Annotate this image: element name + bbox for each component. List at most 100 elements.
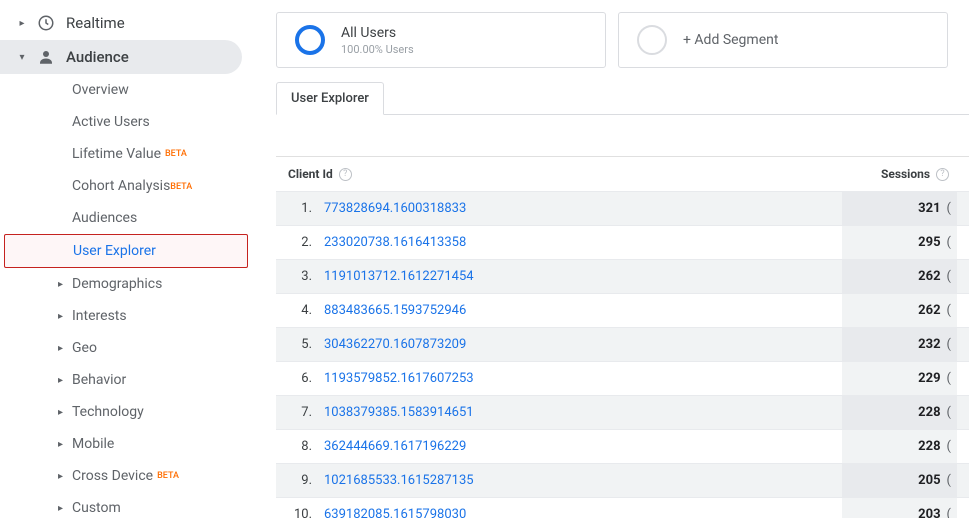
sessions-paren: ( bbox=[947, 337, 951, 352]
help-icon[interactable]: ? bbox=[936, 168, 949, 181]
nav-label: Realtime bbox=[66, 14, 125, 32]
sidebar: ▸ Realtime ▾ Audience Overview Active Use… bbox=[0, 0, 252, 518]
client-id-link[interactable]: 362444669.1617196229 bbox=[324, 439, 842, 454]
client-id-link[interactable]: 1193579852.1617607253 bbox=[324, 371, 842, 386]
segment-add[interactable]: + Add Segment bbox=[618, 12, 948, 68]
help-icon[interactable]: ? bbox=[339, 168, 352, 181]
sessions-cell: 228 ( bbox=[842, 396, 957, 429]
table-row: 3. 1191013712.1612271454262( bbox=[276, 259, 969, 293]
sidebar-item-label: Interests bbox=[72, 308, 127, 324]
chevron-right-icon: ▸ bbox=[58, 311, 68, 322]
table-row: 6.1193579852.1617607253229( bbox=[276, 361, 969, 395]
table-row: 4.883483665.1593752946262( bbox=[276, 293, 969, 327]
client-id-link[interactable]: 773828694.1600318833 bbox=[324, 201, 842, 216]
row-number: 9. bbox=[288, 473, 312, 488]
sidebar-item-mobile[interactable]: ▸Mobile bbox=[0, 428, 252, 460]
sidebar-item-label: Custom bbox=[72, 500, 121, 516]
chevron-right-icon: ▸ bbox=[58, 375, 68, 386]
sessions-value: 229 bbox=[918, 371, 940, 386]
chevron-right-icon: ▸ bbox=[58, 279, 68, 290]
table-row: 7. 1038379385.1583914651 228 ( bbox=[276, 395, 969, 429]
sidebar-item-active-users[interactable]: Active Users bbox=[0, 106, 252, 138]
sidebar-item-overview[interactable]: Overview bbox=[0, 74, 252, 106]
sidebar-item-audiences[interactable]: Audiences bbox=[0, 202, 252, 234]
sidebar-item-label: Cross Device bbox=[72, 468, 153, 484]
sidebar-item-cross-device[interactable]: ▸ Cross Device BETA bbox=[0, 460, 252, 492]
sessions-value: 228 bbox=[918, 405, 940, 420]
sidebar-item-technology[interactable]: ▸ Technology bbox=[0, 396, 252, 428]
sessions-cell: 228 ( bbox=[842, 430, 957, 463]
client-id-link[interactable]: 883483665.1593752946 bbox=[324, 303, 842, 318]
sessions-cell: 229( bbox=[842, 362, 957, 395]
chevron-right-icon: ▸ bbox=[58, 471, 68, 482]
client-id-link[interactable]: 1021685533.1615287135 bbox=[324, 473, 842, 488]
row-number: 2. bbox=[288, 235, 312, 250]
sidebar-item-custom[interactable]: ▸ Custom bbox=[0, 492, 252, 524]
clock-icon bbox=[36, 14, 56, 32]
sessions-cell: 205( bbox=[842, 464, 957, 497]
main-content: All Users 100.00% Users + Add Segment Us… bbox=[252, 0, 969, 518]
client-id-link[interactable]: 639182085.1615798030 bbox=[324, 507, 842, 518]
nav-label: Audience bbox=[66, 48, 129, 66]
col-sessions[interactable]: Sessions ? bbox=[842, 167, 957, 181]
col-client-id[interactable]: Client Id ? bbox=[288, 167, 842, 181]
sessions-paren: ( bbox=[947, 439, 951, 454]
client-id-link[interactable]: 1191013712.1612271454 bbox=[324, 269, 842, 284]
chevron-right-icon: ▸ bbox=[58, 407, 68, 418]
toolbar-spacer bbox=[276, 115, 969, 157]
col-label: Client Id bbox=[288, 167, 333, 181]
sidebar-item-label: Demographics bbox=[72, 276, 162, 292]
chevron-right-icon: ▸ bbox=[16, 18, 28, 29]
sidebar-item-geo[interactable]: ▸Geo bbox=[0, 332, 252, 364]
sessions-paren: ( bbox=[947, 303, 951, 318]
sidebar-item-behavior[interactable]: ▸ Behavior bbox=[0, 364, 252, 396]
nav-audience[interactable]: ▾ Audience bbox=[0, 40, 242, 74]
sessions-value: 295 bbox=[918, 235, 940, 250]
nav-realtime[interactable]: ▸ Realtime bbox=[0, 6, 252, 40]
sessions-cell: 321( bbox=[842, 192, 957, 225]
chevron-right-icon: ▸ bbox=[58, 503, 68, 514]
row-number: 3. bbox=[288, 269, 312, 284]
table-row: 10.639182085.1615798030203( bbox=[276, 497, 969, 518]
row-number: 8. bbox=[288, 439, 312, 454]
sidebar-item-label: Active Users bbox=[72, 114, 150, 130]
sidebar-item-user-explorer[interactable]: User Explorer bbox=[4, 234, 248, 268]
client-id-link[interactable]: 233020738.1616413358 bbox=[324, 235, 842, 250]
sidebar-item-demographics[interactable]: ▸ Demographics bbox=[0, 268, 252, 300]
person-icon bbox=[36, 48, 56, 66]
sessions-paren: ( bbox=[947, 201, 951, 216]
row-number: 10. bbox=[288, 507, 312, 518]
beta-badge: BETA bbox=[170, 182, 192, 192]
sidebar-item-label: Technology bbox=[72, 404, 144, 420]
sidebar-item-cohort-analysis[interactable]: Cohort AnalysisBETA bbox=[0, 170, 252, 202]
row-number: 7. bbox=[288, 405, 312, 420]
table-row: 5.304362270.1607873209232( bbox=[276, 327, 969, 361]
tab-user-explorer[interactable]: User Explorer bbox=[276, 82, 384, 115]
segment-all-users[interactable]: All Users 100.00% Users bbox=[276, 12, 606, 68]
sessions-value: 205 bbox=[918, 473, 940, 488]
audience-submenu: Overview Active Users Lifetime ValueBETACo… bbox=[0, 74, 252, 524]
sessions-paren: ( bbox=[947, 405, 951, 420]
sessions-value: 262 bbox=[918, 303, 940, 318]
sessions-cell: 262 ( bbox=[842, 294, 957, 327]
client-id-link[interactable]: 1038379385.1583914651 bbox=[324, 405, 842, 420]
sidebar-item-interests[interactable]: ▸ Interests bbox=[0, 300, 252, 332]
sidebar-item-label: Mobile bbox=[72, 436, 114, 452]
sidebar-item-label: Behavior bbox=[72, 372, 126, 388]
sessions-value: 228 bbox=[918, 439, 940, 454]
sessions-cell: 262( bbox=[842, 260, 957, 293]
sidebar-item-lifetime-value[interactable]: Lifetime ValueBETA bbox=[0, 138, 252, 170]
chevron-right-icon: ▸ bbox=[58, 343, 68, 354]
sessions-cell: 295 ( bbox=[842, 226, 957, 259]
sessions-value: 203 bbox=[918, 507, 940, 518]
sidebar-item-label: Overview bbox=[72, 82, 129, 98]
segments-bar: All Users 100.00% Users + Add Segment bbox=[276, 12, 969, 68]
beta-badge: BETA bbox=[157, 471, 179, 481]
table-header: Client Id ? Sessions ? bbox=[276, 157, 969, 191]
segment-subtitle: 100.00% Users bbox=[341, 43, 414, 56]
sessions-paren: ( bbox=[947, 235, 951, 250]
sidebar-item-label: Audiences bbox=[72, 210, 137, 226]
row-number: 1. bbox=[288, 201, 312, 216]
client-id-link[interactable]: 304362270.1607873209 bbox=[324, 337, 842, 352]
chevron-down-icon: ▾ bbox=[16, 52, 28, 63]
